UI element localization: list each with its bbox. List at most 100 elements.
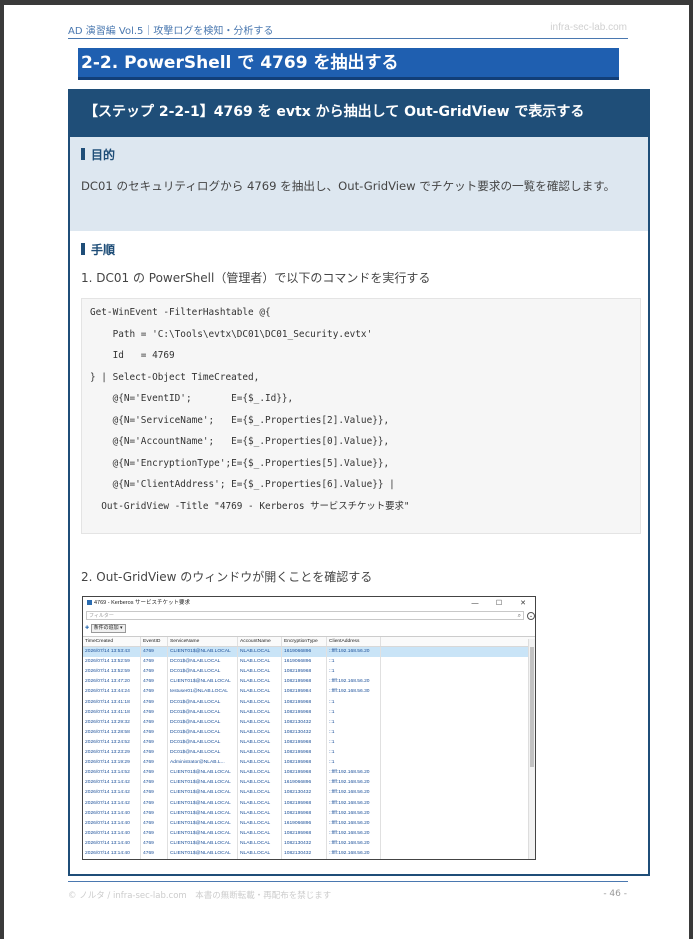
table-cell: Administrator@NLAB.L... (168, 758, 238, 769)
column-header[interactable]: EventID (141, 637, 168, 647)
table-cell: 1082130432 (282, 727, 327, 738)
column-header[interactable]: EncryptionType (282, 637, 327, 647)
table-cell: testuser01@NLAB.LOCAL (168, 687, 238, 698)
table-cell: 4769 (141, 737, 168, 749)
table-cell: 1082195968 (282, 748, 327, 759)
table-row[interactable]: 2026/07/14 13:41:18 4769 DC01$@NLAB.LOCAL N… (83, 697, 535, 708)
table-cell: 4769 (141, 657, 168, 668)
table-cell: 4769 (141, 838, 168, 849)
table-cell: 4769 (141, 818, 168, 829)
table-row[interactable]: 2026/07/14 13:14:52 4769 CLIENT01$@NLAB.LO… (83, 768, 535, 779)
table-cell: 1082130432 (282, 848, 327, 859)
scrollbar-thumb[interactable] (530, 647, 534, 767)
table-row[interactable]: 2026/07/14 13:14:40 4769 CLIENT01$@NLAB.LO… (83, 838, 535, 849)
table-cell: 2026/07/14 13:14:40 (83, 808, 141, 819)
table-row[interactable]: 2026/07/14 13:14:40 4769 CLIENT01$@NLAB.LO… (83, 848, 535, 859)
code-line: @{N='AccountName'; E={$_.Properties[0].V… (90, 436, 390, 447)
table-cell: ::ffff:192.168.56.30 (327, 687, 381, 698)
table-row[interactable]: 2026/07/14 13:14:42 4769 CLIENT01$@NLAB.LO… (83, 788, 535, 799)
table-row[interactable]: 2026/07/14 13:23:29 4769 DC01$@NLAB.LOCAL N… (83, 748, 535, 759)
table-row[interactable]: 2026/07/14 13:14:42 4769 CLIENT01$@NLAB.LO… (83, 798, 535, 809)
table-cell: 4769 (141, 687, 168, 698)
table-row[interactable]: 2026/07/14 13:28:58 4769 DC01$@NLAB.LOCAL N… (83, 727, 535, 738)
close-icon[interactable]: ✕ (511, 597, 535, 610)
table-row[interactable]: 2026/07/14 13:19:29 4769 Administrator@NLA… (83, 758, 535, 769)
table-cell: NLAB.LOCAL (238, 697, 282, 708)
table-row[interactable]: 2026/07/14 13:41:18 4769 DC01$@NLAB.LOCAL N… (83, 707, 535, 718)
table-cell: 2026/07/14 13:47:20 (83, 677, 141, 688)
table-cell: 4769 (141, 717, 168, 728)
running-header-site: infra-sec-lab.com (550, 22, 627, 33)
table-cell: 2026/07/14 13:14:40 (83, 818, 141, 829)
table-row[interactable]: 2026/07/14 13:14:40 4769 CLIENT01$@NLAB.LO… (83, 808, 535, 819)
code-line: @{N='ClientAddress'; E={$_.Properties[6]… (90, 479, 395, 490)
add-condition-button[interactable]: 条件の追加 ▾ (90, 624, 126, 633)
table-cell: ::1 (327, 657, 381, 668)
minimize-icon[interactable]: — (463, 597, 487, 610)
table-cell: 1082195968 (282, 697, 327, 708)
column-header[interactable]: AccountName (238, 637, 282, 647)
table-row[interactable]: 2026/07/14 13:52:59 4769 DC01$@NLAB.LOCAL N… (83, 657, 535, 668)
table-cell: ::1 (327, 737, 381, 749)
table-cell: 1082195968 (282, 758, 327, 769)
code-line: } | Select-Object TimeCreated, (90, 371, 260, 383)
table-row[interactable]: 2026/07/14 13:53:43 4769 CLIENT01$@NLAB.LO… (83, 647, 535, 658)
table-cell: CLIENT01$@NLAB.LOCAL (168, 838, 238, 849)
table-row[interactable]: 2026/07/14 13:52:59 4769 DC01$@NLAB.LOCAL N… (83, 667, 535, 678)
table-cell: 2026/07/14 13:19:29 (83, 758, 141, 769)
code-line: @{N='EncryptionType';E={$_.Properties[5]… (90, 457, 390, 469)
step-box-title: 【ステップ 2-2-1】4769 を evtx から抽出して Out-GridV… (70, 91, 648, 137)
table-row[interactable]: 2026/07/14 13:14:40 4769 CLIENT01$@NLAB.LO… (83, 828, 535, 839)
table-cell: 1082195968 (282, 798, 327, 809)
table-cell: 4769 (141, 778, 168, 789)
table-cell: CLIENT01$@NLAB.LOCAL (168, 768, 238, 779)
table-row[interactable]: 2026/07/14 13:14:40 4769 CLIENT01$@NLAB.LO… (83, 818, 535, 829)
table-row[interactable]: 2026/07/14 13:29:32 4769 DC01$@NLAB.LOCAL N… (83, 717, 535, 728)
table-cell: 2026/07/14 13:24:52 (83, 737, 141, 749)
column-header[interactable]: TimeCreated (83, 637, 141, 647)
code-line: Get-WinEvent -FilterHashtable @{ (90, 307, 271, 318)
maximize-icon[interactable]: ☐ (487, 597, 511, 610)
table-cell: ::1 (327, 758, 381, 769)
step-box: 【ステップ 2-2-1】4769 を evtx から抽出して Out-GridV… (68, 89, 650, 876)
table-cell: CLIENT01$@NLAB.LOCAL (168, 808, 238, 819)
table-cell: 2026/07/14 13:52:59 (83, 657, 141, 668)
table-cell: 4769 (141, 748, 168, 759)
gridview-screenshot: 4769 - Kerberos サービスチケット要求 — ☐ ✕ フィルター ⌕… (82, 596, 536, 860)
procedure-heading: 手順 (81, 240, 636, 258)
table-cell: 2026/07/14 13:29:32 (83, 717, 141, 728)
table-cell: DC01$@NLAB.LOCAL (168, 657, 238, 668)
table-cell: 4769 (141, 697, 168, 708)
table-cell: ::ffff:192.168.56.20 (327, 677, 381, 688)
table-cell: 1082130432 (282, 717, 327, 728)
window-controls: — ☐ ✕ (463, 597, 535, 610)
expand-filter-icon[interactable]: ⌄ (527, 612, 535, 620)
table-cell: 1082195968 (282, 768, 327, 779)
table-cell: 2026/07/14 13:14:42 (83, 798, 141, 809)
table-cell: DC01$@NLAB.LOCAL (168, 717, 238, 728)
table-cell: CLIENT01$@NLAB.LOCAL (168, 818, 238, 829)
table-cell: NLAB.LOCAL (238, 677, 282, 688)
table-cell: ::1 (327, 748, 381, 759)
table-cell: DC01$@NLAB.LOCAL (168, 697, 238, 708)
table-cell: NLAB.LOCAL (238, 808, 282, 819)
table-cell: ::1 (327, 717, 381, 728)
table-cell: 1619066896 (282, 818, 327, 829)
filter-input[interactable]: フィルター ⌕ (86, 611, 524, 620)
purpose-label: 目的 (91, 147, 116, 162)
table-cell: 4769 (141, 727, 168, 738)
table-row[interactable]: 2026/07/14 13:24:52 4769 DC01$@NLAB.LOCAL N… (83, 737, 535, 749)
column-header[interactable]: ServiceName (168, 637, 238, 647)
table-cell: ::ffff:192.168.56.20 (327, 838, 381, 849)
table-cell: ::ffff:192.168.56.20 (327, 647, 381, 658)
gridview-titlebar: 4769 - Kerberos サービスチケット要求 — ☐ ✕ (83, 597, 535, 610)
scrollbar[interactable] (528, 639, 535, 859)
purpose-text: DC01 のセキュリティログから 4769 を抽出し、Out-GridView … (81, 179, 616, 193)
footer-copyright: © ノルタ / infra-sec-lab.com 本書の無断転載・再配布を禁じ… (68, 891, 332, 901)
table-cell: 1082195968 (282, 828, 327, 839)
column-header[interactable]: ClientAddress (327, 637, 381, 647)
table-row[interactable]: 2026/07/14 13:14:42 4769 CLIENT01$@NLAB.LO… (83, 778, 535, 789)
table-row[interactable]: 2026/07/14 13:44:24 4769 testuser01@NLAB.L… (83, 687, 535, 698)
table-row[interactable]: 2026/07/14 13:47:20 4769 CLIENT01$@NLAB.LO… (83, 677, 535, 688)
table-cell: NLAB.LOCAL (238, 748, 282, 759)
